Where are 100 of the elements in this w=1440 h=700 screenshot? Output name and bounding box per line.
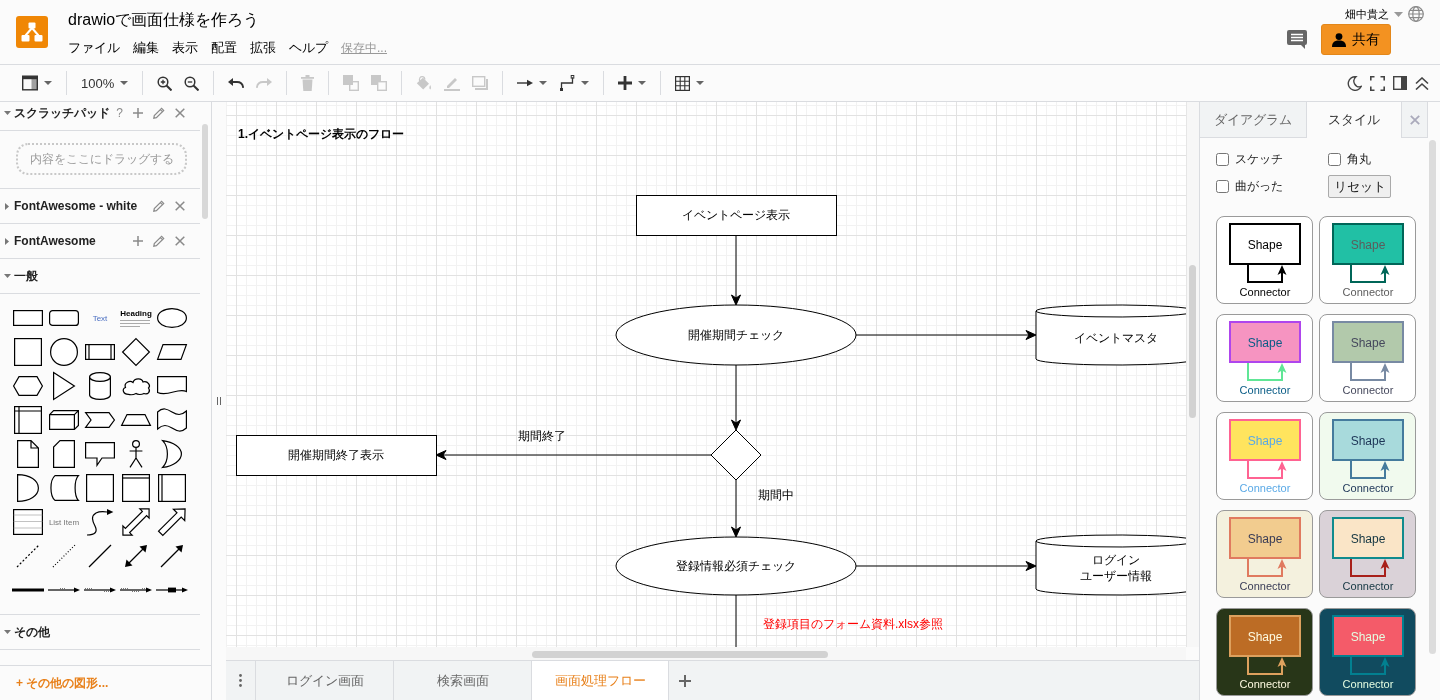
document-title[interactable]: drawioで画面仕様を作ろう bbox=[68, 8, 387, 32]
rectangle-icon[interactable] bbox=[13, 310, 43, 326]
checkbox-label[interactable]: スケッチ bbox=[1235, 151, 1283, 168]
internal-storage-icon[interactable] bbox=[14, 406, 42, 434]
caret-icon[interactable] bbox=[1394, 11, 1403, 17]
dotted-line-icon[interactable] bbox=[52, 544, 76, 568]
section-title[interactable]: スクラッチパッド bbox=[14, 104, 110, 122]
pencil-icon[interactable] bbox=[153, 235, 165, 247]
card-shape-icon[interactable] bbox=[53, 440, 75, 468]
reset-button[interactable]: リセット bbox=[1328, 175, 1391, 198]
diamond-icon[interactable] bbox=[122, 338, 150, 366]
menu-item[interactable]: 表示 bbox=[172, 38, 198, 58]
parallelogram-icon[interactable] bbox=[157, 344, 187, 360]
crescent-icon[interactable] bbox=[162, 440, 182, 468]
process-shape-icon[interactable] bbox=[85, 344, 115, 360]
dashed-line-icon[interactable] bbox=[16, 544, 40, 568]
vertical-scrollbar[interactable] bbox=[202, 124, 208, 219]
cube-icon[interactable] bbox=[49, 410, 79, 430]
data-storage-icon[interactable] bbox=[49, 475, 79, 501]
section-title[interactable]: FontAwesome bbox=[14, 234, 96, 248]
heading-shape-sample[interactable]: Heading bbox=[120, 309, 152, 318]
vertical-scrollbar[interactable] bbox=[1189, 265, 1196, 418]
more-options-icon[interactable] bbox=[239, 674, 242, 687]
style-card[interactable]: Shape Connector bbox=[1319, 314, 1416, 402]
thick-line-icon[interactable] bbox=[12, 588, 44, 592]
list-shape-icon[interactable] bbox=[13, 509, 43, 535]
menu-item[interactable]: 拡張 bbox=[250, 38, 276, 58]
callout-icon[interactable] bbox=[85, 442, 115, 466]
container-icon[interactable] bbox=[86, 474, 114, 502]
curved-arrow-icon[interactable] bbox=[86, 508, 114, 536]
moon-icon[interactable] bbox=[1347, 75, 1362, 91]
double-headed-arrow-icon[interactable] bbox=[124, 544, 148, 568]
labeled-connector-icon[interactable] bbox=[84, 587, 116, 593]
arrow-line-icon[interactable] bbox=[160, 544, 184, 568]
cloud-icon[interactable] bbox=[121, 377, 151, 395]
ellipse-icon[interactable] bbox=[157, 308, 187, 328]
list-item-shape-sample[interactable]: List Item bbox=[48, 517, 80, 527]
close-icon[interactable] bbox=[175, 236, 185, 246]
section-title[interactable]: その他 bbox=[14, 623, 50, 641]
style-card[interactable]: Shape Connector bbox=[1216, 510, 1313, 598]
cylinder-icon[interactable] bbox=[89, 372, 111, 400]
stick-figure-icon[interactable] bbox=[129, 440, 143, 468]
resize-handle-icon[interactable] bbox=[217, 397, 221, 405]
fullscreen-icon[interactable] bbox=[1370, 75, 1385, 91]
menu-item[interactable]: ヘルプ bbox=[289, 38, 328, 58]
panel-tab[interactable]: ダイアグラム bbox=[1200, 102, 1307, 138]
step-shape-icon[interactable] bbox=[85, 412, 115, 428]
tape-shape-icon[interactable] bbox=[157, 408, 187, 432]
close-icon[interactable] bbox=[175, 201, 185, 211]
checkbox-label[interactable]: 曲がった bbox=[1235, 178, 1283, 195]
hexagon-icon[interactable] bbox=[13, 376, 43, 396]
menu-item[interactable]: ファイル bbox=[68, 38, 120, 58]
style-card[interactable]: Shape Connector bbox=[1216, 608, 1313, 696]
pencil-icon[interactable] bbox=[153, 200, 165, 212]
checkbox[interactable] bbox=[1328, 153, 1341, 166]
swimlane-icon[interactable] bbox=[158, 474, 186, 502]
style-card[interactable]: Shape Connector bbox=[1319, 216, 1416, 304]
block-arrow-icon[interactable] bbox=[158, 508, 186, 536]
close-icon[interactable] bbox=[175, 108, 185, 118]
user-name[interactable]: 畑中貴之 bbox=[1345, 7, 1389, 21]
style-card[interactable]: Shape Connector bbox=[1319, 608, 1416, 696]
checkbox-label[interactable]: 角丸 bbox=[1347, 151, 1371, 168]
document-shape-icon[interactable] bbox=[157, 376, 187, 396]
plus-icon[interactable] bbox=[133, 236, 143, 246]
vertical-scrollbar[interactable] bbox=[1429, 140, 1436, 654]
caret-down-icon[interactable] bbox=[4, 630, 11, 634]
caret-down-icon[interactable] bbox=[4, 274, 11, 278]
labeled-connector-icon[interactable] bbox=[120, 587, 152, 593]
chevrons-up-icon[interactable] bbox=[1415, 76, 1429, 90]
trapezoid-icon[interactable] bbox=[121, 414, 151, 426]
style-card[interactable]: Shape Connector bbox=[1216, 314, 1313, 402]
text-shape-sample[interactable]: Text bbox=[92, 313, 108, 323]
horizontal-scrollbar[interactable] bbox=[532, 651, 828, 658]
pencil-icon[interactable] bbox=[153, 107, 165, 119]
caret-down-icon[interactable] bbox=[4, 111, 11, 115]
connector-with-symbol-icon[interactable] bbox=[156, 587, 188, 593]
line-icon[interactable] bbox=[88, 544, 112, 568]
comment-icon[interactable] bbox=[1287, 30, 1307, 49]
help-button[interactable]: ? bbox=[116, 106, 123, 120]
double-block-arrow-icon[interactable] bbox=[122, 508, 150, 536]
square-icon[interactable] bbox=[14, 338, 42, 366]
section-title[interactable]: FontAwesome - white bbox=[14, 199, 138, 213]
note-shape-icon[interactable] bbox=[17, 440, 39, 468]
triangle-icon[interactable] bbox=[53, 372, 75, 400]
menu-item[interactable]: 配置 bbox=[211, 38, 237, 58]
caret-right-icon[interactable] bbox=[5, 237, 9, 245]
checkbox[interactable] bbox=[1216, 180, 1229, 193]
zoom-level-button[interactable]: 100% bbox=[75, 69, 135, 97]
style-card[interactable]: Shape Connector bbox=[1319, 412, 1416, 500]
globe-icon[interactable] bbox=[1408, 6, 1424, 22]
titled-container-icon[interactable] bbox=[122, 474, 150, 502]
plus-icon[interactable] bbox=[133, 108, 143, 118]
rounded-rectangle-icon[interactable] bbox=[49, 310, 79, 326]
side-panel-icon[interactable] bbox=[1393, 76, 1407, 90]
style-card[interactable]: Shape Connector bbox=[1319, 510, 1416, 598]
share-button[interactable]: 共有 bbox=[1321, 24, 1391, 55]
caret-right-icon[interactable] bbox=[5, 202, 9, 210]
circle-icon[interactable] bbox=[50, 338, 78, 366]
checkbox[interactable] bbox=[1216, 153, 1229, 166]
plus-icon[interactable] bbox=[679, 674, 691, 687]
